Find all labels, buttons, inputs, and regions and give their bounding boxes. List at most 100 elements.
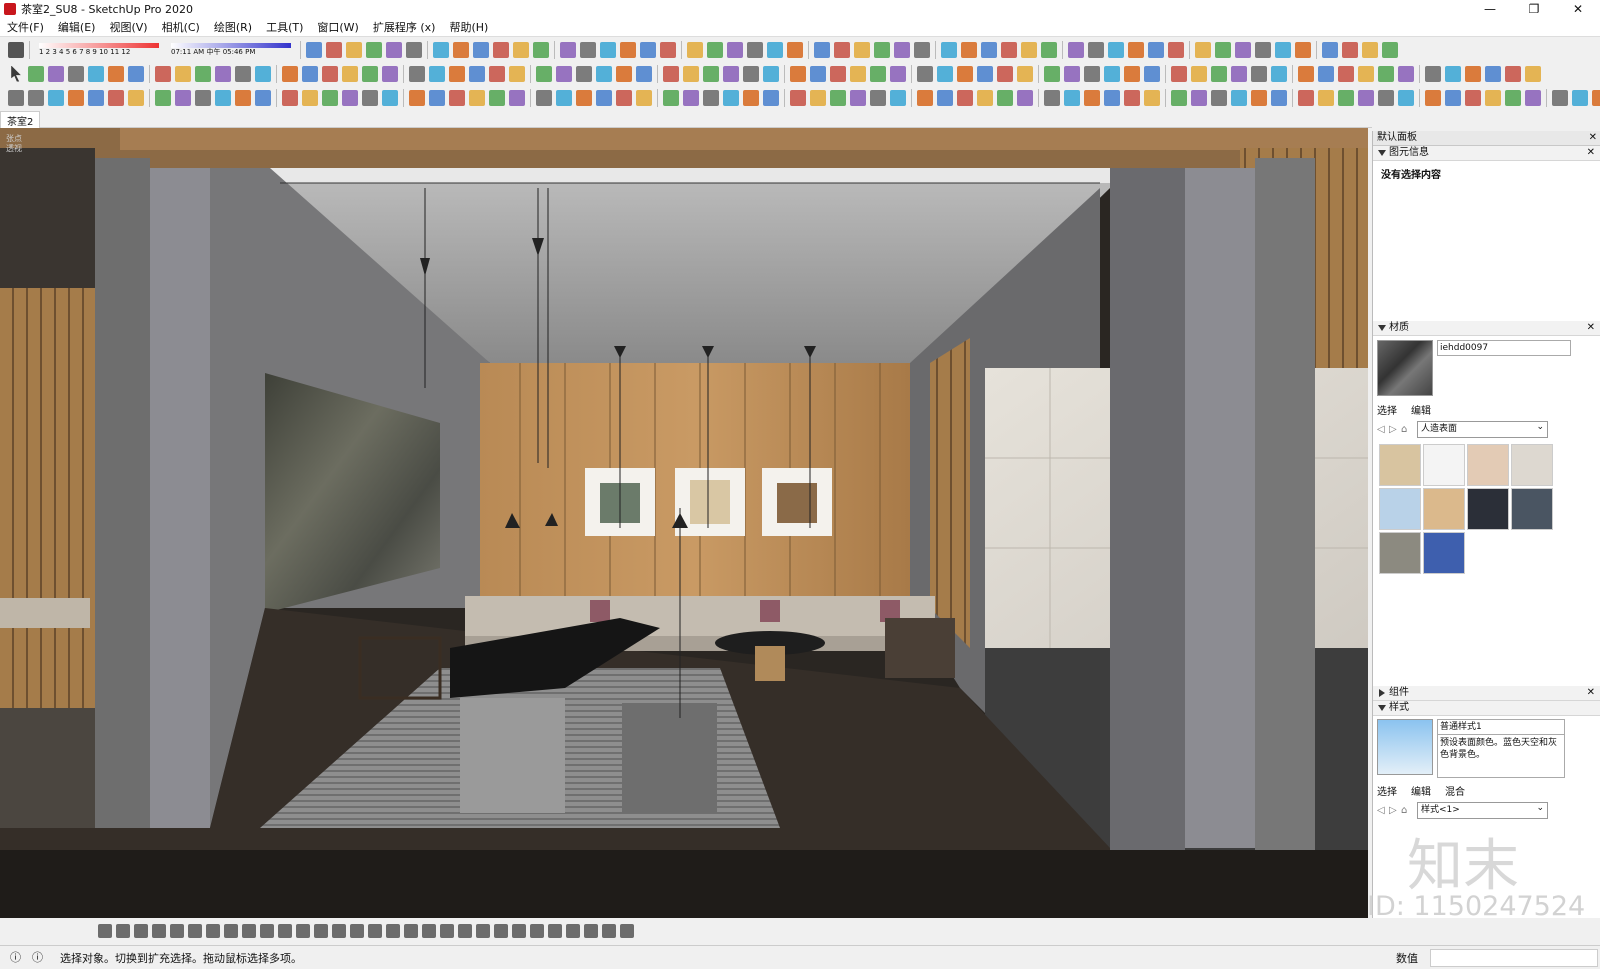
tool-icon[interactable]: [513, 41, 529, 58]
tool-icon[interactable]: [88, 65, 104, 82]
select-arrow-icon[interactable]: [11, 65, 21, 82]
tool-icon[interactable]: [175, 89, 191, 106]
tool-icon[interactable]: [235, 65, 251, 82]
tool-icon[interactable]: [422, 924, 436, 938]
tool-icon[interactable]: [322, 89, 338, 106]
menu-view[interactable]: 视图(V): [102, 19, 154, 35]
tool-icon[interactable]: [195, 89, 211, 106]
material-swatch[interactable]: [1379, 532, 1421, 574]
materials-header[interactable]: 材质 ✕: [1373, 321, 1600, 336]
tool-icon[interactable]: [469, 65, 485, 82]
tool-icon[interactable]: [128, 65, 144, 82]
tool-icon[interactable]: [278, 924, 292, 938]
tool-icon[interactable]: [1298, 89, 1314, 106]
tool-icon[interactable]: [1191, 65, 1207, 82]
tool-icon[interactable]: [155, 65, 171, 82]
tool-icon[interactable]: [530, 924, 544, 938]
tool-icon[interactable]: [195, 65, 211, 82]
entity-info-header[interactable]: 图元信息 ✕: [1373, 146, 1600, 161]
tool-icon[interactable]: [997, 89, 1013, 106]
tool-icon[interactable]: [723, 65, 739, 82]
tool-icon[interactable]: [548, 924, 562, 938]
tool-icon[interactable]: [332, 924, 346, 938]
menu-draw[interactable]: 绘图(R): [207, 19, 259, 35]
tool-icon[interactable]: [787, 41, 803, 58]
tool-icon[interactable]: [1358, 89, 1374, 106]
tray-close-icon[interactable]: ✕: [1589, 131, 1597, 145]
styles-tab-mix[interactable]: 混合: [1445, 783, 1465, 798]
tool-icon[interactable]: [206, 924, 220, 938]
tool-icon[interactable]: [1271, 65, 1287, 82]
tool-icon[interactable]: [763, 89, 779, 106]
tool-icon[interactable]: [362, 89, 378, 106]
tool-icon[interactable]: [346, 41, 362, 58]
tool-icon[interactable]: [175, 65, 191, 82]
tool-icon[interactable]: [914, 41, 930, 58]
tool-icon[interactable]: [48, 89, 64, 106]
tool-icon[interactable]: [242, 924, 256, 938]
tool-icon[interactable]: [404, 924, 418, 938]
tool-icon[interactable]: [68, 65, 84, 82]
styles-tab-edit[interactable]: 编辑: [1411, 783, 1431, 798]
maximize-button[interactable]: ❐: [1512, 0, 1556, 18]
tool-icon[interactable]: [747, 41, 763, 58]
forward-arrow-icon[interactable]: ▷: [1389, 805, 1401, 816]
tool-icon[interactable]: [620, 41, 636, 58]
tool-icon[interactable]: [306, 41, 322, 58]
tool-icon[interactable]: [1017, 89, 1033, 106]
minimize-button[interactable]: —: [1468, 0, 1512, 18]
tool-icon[interactable]: [790, 89, 806, 106]
tool-icon[interactable]: [1041, 41, 1057, 58]
tool-icon[interactable]: [1338, 65, 1354, 82]
tool-icon[interactable]: [1231, 89, 1247, 106]
tool-icon[interactable]: [620, 924, 634, 938]
tool-icon[interactable]: [440, 924, 454, 938]
tool-icon[interactable]: [1275, 41, 1291, 58]
tool-icon[interactable]: [683, 65, 699, 82]
tool-icon[interactable]: [88, 89, 104, 106]
tool-icon[interactable]: [566, 924, 580, 938]
tool-icon[interactable]: [763, 65, 779, 82]
menu-help[interactable]: 帮助(H): [442, 19, 495, 35]
tool-icon[interactable]: [98, 924, 112, 938]
tool-icon[interactable]: [1104, 89, 1120, 106]
tool-icon[interactable]: [1191, 89, 1207, 106]
tool-icon[interactable]: [937, 89, 953, 106]
tool-icon[interactable]: [366, 41, 382, 58]
tool-icon[interactable]: [1084, 65, 1100, 82]
tool-icon[interactable]: [580, 41, 596, 58]
tool-icon[interactable]: [536, 65, 552, 82]
tool-icon[interactable]: [723, 89, 739, 106]
tool-icon[interactable]: [1211, 65, 1227, 82]
tool-icon[interactable]: [1322, 41, 1338, 58]
tool-icon[interactable]: [1298, 65, 1314, 82]
tool-icon[interactable]: [255, 65, 271, 82]
tool-icon[interactable]: [707, 41, 723, 58]
tool-icon[interactable]: [1144, 65, 1160, 82]
tool-icon[interactable]: [894, 41, 910, 58]
tool-icon[interactable]: [1144, 89, 1160, 106]
tool-icon[interactable]: [977, 65, 993, 82]
tool-icon[interactable]: [1148, 41, 1164, 58]
tool-icon[interactable]: [584, 924, 598, 938]
scene-tab[interactable]: 茶室2: [0, 111, 41, 129]
tool-icon[interactable]: [1001, 41, 1017, 58]
tool-icon[interactable]: [1255, 41, 1271, 58]
tool-icon[interactable]: [1485, 65, 1501, 82]
menu-file[interactable]: 文件(F): [0, 19, 51, 35]
tool-icon[interactable]: [961, 41, 977, 58]
tool-icon[interactable]: [342, 65, 358, 82]
tool-icon[interactable]: [282, 89, 298, 106]
tool-icon[interactable]: [1552, 89, 1568, 106]
tool-icon[interactable]: [1215, 41, 1231, 58]
info-icon[interactable]: ⓘ: [10, 949, 21, 965]
styles-header[interactable]: 样式: [1373, 701, 1600, 716]
tool-icon[interactable]: [108, 89, 124, 106]
tool-icon[interactable]: [810, 89, 826, 106]
tool-icon[interactable]: [854, 41, 870, 58]
tool-icon[interactable]: [152, 924, 166, 938]
tool-icon[interactable]: [296, 924, 310, 938]
tool-icon[interactable]: [1251, 89, 1267, 106]
tool-icon[interactable]: [1064, 65, 1080, 82]
tool-icon[interactable]: [1318, 65, 1334, 82]
